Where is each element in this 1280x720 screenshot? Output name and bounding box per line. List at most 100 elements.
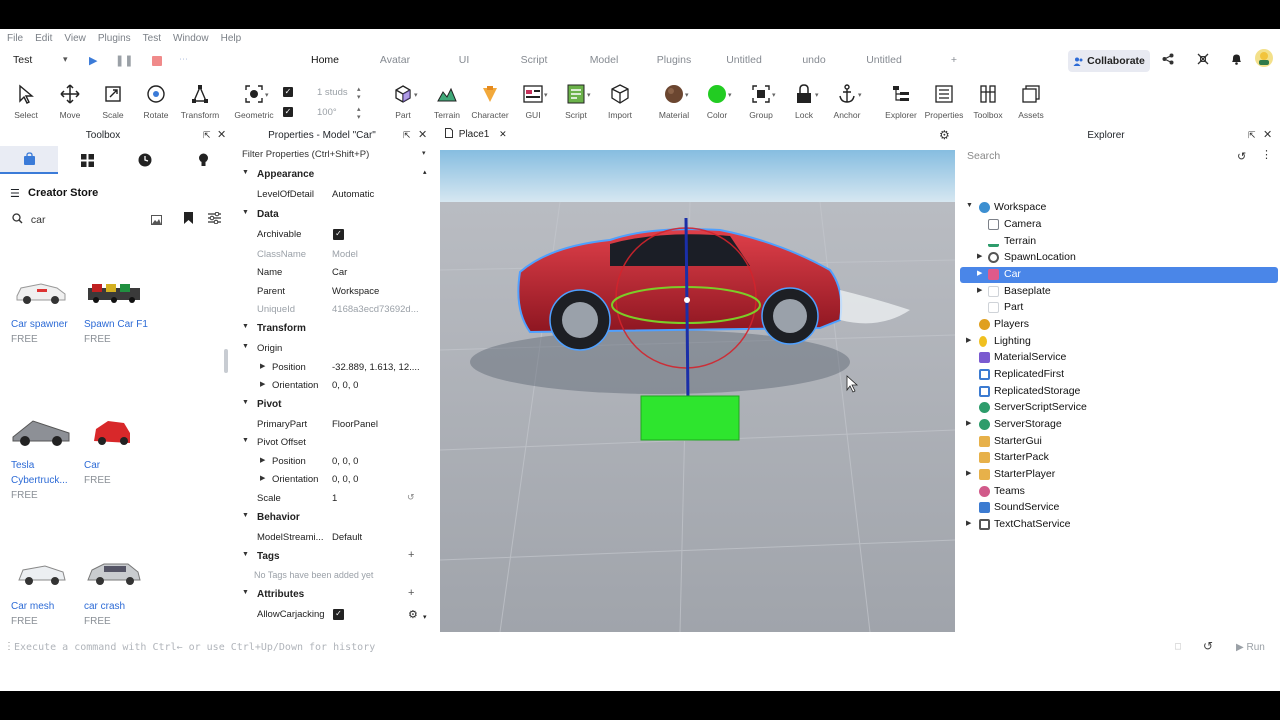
scroll-up-icon[interactable]: ▴ bbox=[423, 168, 427, 176]
explorer-item-replicatedstorage[interactable]: ReplicatedStorage bbox=[960, 384, 1278, 400]
menu-help[interactable]: Help bbox=[221, 33, 242, 44]
property-row[interactable]: ▶ Orientation 0, 0, 0 bbox=[236, 470, 434, 488]
reset-icon[interactable]: ↺ bbox=[407, 492, 415, 503]
property-value[interactable]: Car bbox=[332, 267, 428, 278]
explorer-item-baseplate[interactable]: ▶ Baseplate bbox=[960, 284, 1278, 300]
toolbox-item[interactable]: Spawn Car F1 FREE bbox=[84, 270, 158, 347]
character-button[interactable]: Character bbox=[468, 79, 512, 120]
explorer-item-serverstorage[interactable]: ▶ ServerStorage bbox=[960, 417, 1278, 433]
assets-toggle-button[interactable]: Assets bbox=[1009, 79, 1053, 120]
toolbox-scrollbar[interactable] bbox=[224, 349, 228, 373]
tab-untitled-2[interactable]: Untitled bbox=[849, 54, 919, 66]
close-icon[interactable]: ✕ bbox=[1263, 128, 1272, 141]
tab-creations[interactable] bbox=[174, 146, 232, 174]
snap-rotate-checkbox[interactable]: ✓ bbox=[283, 107, 293, 117]
script-button[interactable]: Script bbox=[554, 79, 598, 120]
play-button[interactable]: ▶ bbox=[89, 54, 97, 67]
property-row[interactable]: ▶ Position 0, 0, 0 bbox=[236, 452, 434, 470]
terrain-button[interactable]: Terrain bbox=[425, 79, 469, 120]
tab-ui[interactable]: UI bbox=[429, 54, 499, 66]
scale-tool-button[interactable]: Scale bbox=[91, 79, 135, 120]
add-tag-button[interactable]: + bbox=[408, 549, 414, 561]
gui-button[interactable]: GUI bbox=[511, 79, 555, 120]
explorer-item-starterpack[interactable]: StarterPack bbox=[960, 450, 1278, 466]
filter-sliders-icon[interactable] bbox=[208, 211, 221, 229]
expand-icon[interactable]: ▶ bbox=[966, 469, 971, 477]
tab-plugins[interactable]: Plugins bbox=[639, 54, 709, 66]
tab-marketplace[interactable] bbox=[0, 146, 58, 174]
explorer-item-spawnlocation[interactable]: ▶ SpawnLocation bbox=[960, 250, 1278, 266]
share-icon[interactable] bbox=[1162, 53, 1174, 68]
stop-button[interactable] bbox=[152, 56, 162, 66]
expand-icon[interactable]: ▶ bbox=[977, 252, 982, 260]
select-tool-button[interactable]: Select bbox=[4, 79, 48, 120]
expand-icon[interactable]: ▶ bbox=[977, 286, 982, 294]
geometric-dropdown-icon[interactable]: ▾ bbox=[265, 91, 269, 99]
color-dropdown-icon[interactable]: ▾ bbox=[728, 91, 732, 99]
explorer-item-part[interactable]: Part bbox=[960, 300, 1278, 316]
property-value[interactable]: Default bbox=[332, 532, 428, 543]
expand-icon[interactable]: ▶ bbox=[260, 474, 265, 482]
property-row[interactable]: PrimaryPart FloorPanel bbox=[236, 415, 434, 433]
explorer-item-workspace[interactable]: ▼ Workspace bbox=[960, 200, 1278, 216]
explorer-item-replicatedfirst[interactable]: ReplicatedFirst bbox=[960, 367, 1278, 383]
tab-inventory[interactable] bbox=[58, 146, 116, 174]
snap-rotate-value[interactable]: 100° bbox=[317, 107, 337, 118]
toolbox-item[interactable]: Car mesh FREE bbox=[11, 552, 85, 629]
close-icon[interactable]: ✕ bbox=[217, 128, 226, 141]
expand-icon[interactable]: ▶ bbox=[977, 269, 982, 277]
gear-icon[interactable]: ⚙ bbox=[408, 608, 418, 621]
toolbox-item[interactable]: Car FREE bbox=[84, 411, 158, 488]
property-value[interactable]: FloorPanel bbox=[332, 419, 428, 430]
explorer-item-soundservice[interactable]: SoundService bbox=[960, 500, 1278, 516]
property-row[interactable]: Name Car bbox=[236, 263, 434, 281]
menu-file[interactable]: File bbox=[7, 33, 23, 44]
property-value[interactable]: -32.889, 1.613, 12.... bbox=[332, 362, 428, 373]
history-icon[interactable]: ↺ bbox=[1237, 150, 1246, 163]
scroll-down-icon[interactable]: ▾ bbox=[423, 613, 427, 621]
expand-icon[interactable]: ▶ bbox=[966, 336, 971, 344]
explorer-item-serverscriptservice[interactable]: ServerScriptService bbox=[960, 400, 1278, 416]
part-dropdown-icon[interactable]: ▾ bbox=[414, 91, 418, 99]
snap-move-value[interactable]: 1 studs bbox=[317, 87, 348, 98]
archivable-checkbox[interactable]: ✓ bbox=[333, 229, 344, 240]
image-search-icon[interactable] bbox=[151, 212, 162, 230]
property-value[interactable]: 0, 0, 0 bbox=[332, 456, 428, 467]
move-tool-button[interactable]: Move bbox=[48, 79, 92, 120]
tab-script[interactable]: Script bbox=[499, 54, 569, 66]
explorer-item-materialservice[interactable]: MaterialService bbox=[960, 350, 1278, 366]
property-row[interactable]: ▶ Position -32.889, 1.613, 12.... bbox=[236, 358, 434, 376]
toolbox-item[interactable]: Car spawner FREE bbox=[11, 270, 85, 347]
menu-edit[interactable]: Edit bbox=[35, 33, 52, 44]
collaborate-button[interactable]: Collaborate bbox=[1068, 50, 1150, 72]
color-button[interactable]: Color bbox=[695, 79, 739, 120]
tab-undo[interactable]: undo bbox=[779, 54, 849, 66]
more-options-icon[interactable]: ⋮ bbox=[1261, 148, 1272, 161]
3d-viewport[interactable] bbox=[440, 150, 955, 632]
collaboration-network-icon[interactable] bbox=[1197, 53, 1209, 68]
section-attributes[interactable]: ▼ Attributes + bbox=[236, 585, 434, 603]
property-row[interactable]: ▶ Orientation 0, 0, 0 bbox=[236, 376, 434, 394]
explorer-item-teams[interactable]: Teams bbox=[960, 484, 1278, 500]
script-dropdown-icon[interactable]: ▾ bbox=[587, 91, 591, 99]
gui-dropdown-icon[interactable]: ▾ bbox=[544, 91, 548, 99]
viewport-settings-icon[interactable]: ⚙ bbox=[939, 128, 950, 142]
anchor-button[interactable]: Anchor bbox=[825, 79, 869, 120]
snap-move-checkbox[interactable]: ✓ bbox=[283, 87, 293, 97]
menu-window[interactable]: Window bbox=[173, 33, 209, 44]
group-button[interactable]: Group bbox=[739, 79, 783, 120]
property-value[interactable]: Workspace bbox=[332, 286, 428, 297]
property-row[interactable]: Scale 1 ↺ bbox=[236, 489, 434, 507]
section-transform[interactable]: ▼ Transform bbox=[236, 319, 434, 337]
property-row[interactable]: LevelOfDetail Automatic bbox=[236, 185, 434, 203]
property-row[interactable]: Archivable ✓ bbox=[236, 225, 434, 243]
explorer-item-terrain[interactable]: Terrain bbox=[960, 234, 1278, 250]
geometric-mode-button[interactable]: Geometric bbox=[232, 79, 276, 120]
expand-icon[interactable]: ▶ bbox=[260, 456, 265, 464]
popout-icon[interactable]: ⇱ bbox=[403, 130, 411, 141]
property-row[interactable]: ▼ Origin bbox=[236, 339, 434, 357]
property-row[interactable]: ClassName Model bbox=[236, 245, 434, 263]
material-dropdown-icon[interactable]: ▾ bbox=[685, 91, 689, 99]
bell-icon[interactable] bbox=[1231, 53, 1242, 68]
explorer-item-car[interactable]: ▶ Car bbox=[960, 267, 1278, 283]
